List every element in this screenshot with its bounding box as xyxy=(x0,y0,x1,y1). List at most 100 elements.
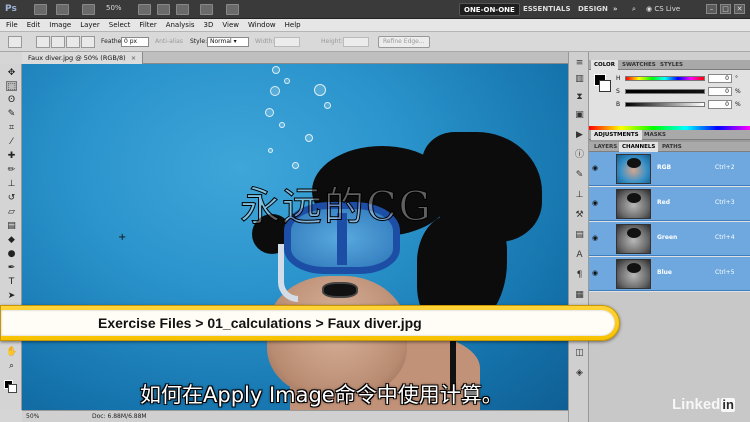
gradient-tool-icon[interactable]: ▤ xyxy=(6,221,17,231)
mini-bridge-icon[interactable] xyxy=(56,4,69,15)
eyedropper-tool-icon[interactable]: ⁄ xyxy=(6,137,17,147)
tab-adjustments[interactable]: ADJUSTMENTS xyxy=(591,130,642,140)
tab-color[interactable]: COLOR xyxy=(591,60,618,70)
tool-presets-icon[interactable]: ⚒ xyxy=(574,210,585,220)
channel-row[interactable]: ◉ Red Ctrl+3 xyxy=(589,187,750,221)
tab-masks[interactable]: MASKS xyxy=(641,130,669,140)
menu-file[interactable]: File xyxy=(6,21,18,29)
status-zoom[interactable]: 50% xyxy=(26,411,39,422)
tab-paths[interactable]: PATHS xyxy=(659,142,685,152)
bridge-icon[interactable] xyxy=(34,4,47,15)
history-brush-tool-icon[interactable]: ↺ xyxy=(6,193,17,203)
visibility-eye-icon[interactable]: ◉ xyxy=(592,269,602,278)
brightness-input[interactable]: 0 xyxy=(708,100,732,109)
close-button[interactable]: ✕ xyxy=(734,4,745,14)
search-icon[interactable]: ⌕ xyxy=(628,3,640,16)
clone-source-icon[interactable]: ⊥ xyxy=(574,190,585,200)
intersect-selection-icon[interactable] xyxy=(81,36,95,48)
screen-mode-icon[interactable] xyxy=(226,4,239,15)
menu-analysis[interactable]: Analysis xyxy=(166,21,195,29)
visibility-eye-icon[interactable]: ◉ xyxy=(592,234,602,243)
layer-comps-icon[interactable]: ◫ xyxy=(574,348,585,358)
brush-presets-icon[interactable]: ✎ xyxy=(574,170,585,180)
actions-icon[interactable]: ▶ xyxy=(574,130,585,140)
menu-select[interactable]: Select xyxy=(109,21,131,29)
workspace-one-on-one[interactable]: ONE-ON-ONE xyxy=(459,3,520,16)
marquee-tool-icon[interactable]: ⬚ xyxy=(6,81,17,92)
close-tab-icon[interactable]: × xyxy=(131,54,136,62)
menu-3d[interactable]: 3D xyxy=(204,21,214,29)
add-to-selection-icon[interactable] xyxy=(51,36,65,48)
saturation-slider[interactable] xyxy=(625,89,705,94)
height-input[interactable] xyxy=(343,37,369,47)
subtract-from-selection-icon[interactable] xyxy=(66,36,80,48)
brightness-slider[interactable] xyxy=(625,102,705,107)
brush-tool-icon[interactable]: ✏ xyxy=(6,165,17,175)
tool-preset-picker[interactable] xyxy=(8,36,22,48)
hand-tool-icon[interactable]: ✋ xyxy=(6,347,17,357)
paragraph-icon[interactable]: ¶ xyxy=(574,270,585,280)
refine-edge-button[interactable]: Refine Edge... xyxy=(378,36,430,48)
character-icon[interactable]: A xyxy=(574,250,585,260)
width-input[interactable] xyxy=(274,37,300,47)
document-tab[interactable]: Faux diver.jpg @ 50% (RGB/8) × xyxy=(22,52,144,64)
menu-edit[interactable]: Edit xyxy=(27,21,41,29)
arrange-documents-icon[interactable] xyxy=(200,4,213,15)
style-select[interactable]: Normal ▾ xyxy=(207,37,249,47)
path-selection-tool-icon[interactable]: ➤ xyxy=(6,291,17,301)
hue-input[interactable]: 0 xyxy=(708,74,732,83)
zoom-tool-icon[interactable] xyxy=(157,4,170,15)
feather-input[interactable]: 0 px xyxy=(121,37,149,47)
new-selection-icon[interactable] xyxy=(36,36,50,48)
color-panel-background[interactable] xyxy=(599,80,611,92)
menu-filter[interactable]: Filter xyxy=(139,21,156,29)
hand-tool-icon[interactable] xyxy=(138,4,151,15)
animation-icon[interactable]: ▦ xyxy=(574,290,585,300)
channel-row[interactable]: ◉ RGB Ctrl+2 xyxy=(589,152,750,186)
zoom-level-select[interactable]: 50% xyxy=(106,4,122,12)
visibility-eye-icon[interactable]: ◉ xyxy=(592,199,602,208)
move-tool-icon[interactable]: ✥ xyxy=(6,68,17,78)
anti-alias-checkbox[interactable]: Anti-alias xyxy=(155,38,183,45)
notes-icon[interactable]: ▤ xyxy=(574,230,585,240)
menu-window[interactable]: Window xyxy=(248,21,276,29)
menu-view[interactable]: View xyxy=(222,21,239,29)
info-icon[interactable]: ⓘ xyxy=(574,150,585,160)
visibility-eye-icon[interactable]: ◉ xyxy=(592,164,602,173)
tab-swatches[interactable]: SWATCHES xyxy=(619,60,659,70)
history-icon[interactable]: ⧗ xyxy=(574,92,585,102)
view-extras-icon[interactable] xyxy=(82,4,95,15)
menu-layer[interactable]: Layer xyxy=(80,21,100,29)
healing-brush-tool-icon[interactable]: ✚ xyxy=(6,151,17,161)
dodge-tool-icon[interactable]: ● xyxy=(6,249,17,259)
saturation-input[interactable]: 0 xyxy=(708,87,732,96)
workspace-design[interactable]: DESIGN xyxy=(574,3,612,16)
panel-grip-icon[interactable]: ≡ xyxy=(574,58,585,68)
minimize-button[interactable]: – xyxy=(706,4,717,14)
menu-help[interactable]: Help xyxy=(285,21,301,29)
zoom-tool-icon[interactable]: ⌕ xyxy=(6,361,17,371)
histogram-icon[interactable]: ▥ xyxy=(574,74,585,84)
tab-styles[interactable]: STYLES xyxy=(657,60,686,70)
type-tool-icon[interactable]: T xyxy=(6,277,17,287)
channel-row[interactable]: ◉ Blue Ctrl+5 xyxy=(589,257,750,291)
crop-tool-icon[interactable]: ⌗ xyxy=(6,123,17,133)
menu-image[interactable]: Image xyxy=(49,21,71,29)
rotate-view-icon[interactable] xyxy=(176,4,189,15)
blur-tool-icon[interactable]: ◆ xyxy=(6,235,17,245)
quick-selection-tool-icon[interactable]: ✎ xyxy=(6,109,17,119)
cs-live-button[interactable]: ◉ CS Live xyxy=(646,3,680,16)
lasso-tool-icon[interactable]: ʘ xyxy=(6,95,17,105)
3d-panel-icon[interactable]: ◈ xyxy=(574,368,585,378)
navigator-icon[interactable]: ▣ xyxy=(574,110,585,120)
eraser-tool-icon[interactable]: ▱ xyxy=(6,207,17,217)
workspace-essentials[interactable]: ESSENTIALS xyxy=(519,3,575,16)
pen-tool-icon[interactable]: ✒ xyxy=(6,263,17,273)
clone-stamp-tool-icon[interactable]: ⊥ xyxy=(6,179,17,189)
tab-channels[interactable]: CHANNELS xyxy=(619,142,659,152)
maximize-button[interactable]: □ xyxy=(720,4,731,14)
background-color-swatch[interactable] xyxy=(8,384,17,393)
more-workspaces-icon[interactable]: » xyxy=(609,3,622,16)
document-canvas[interactable]: + 永远的CG xyxy=(22,64,568,410)
tab-layers[interactable]: LAYERS xyxy=(591,142,620,152)
